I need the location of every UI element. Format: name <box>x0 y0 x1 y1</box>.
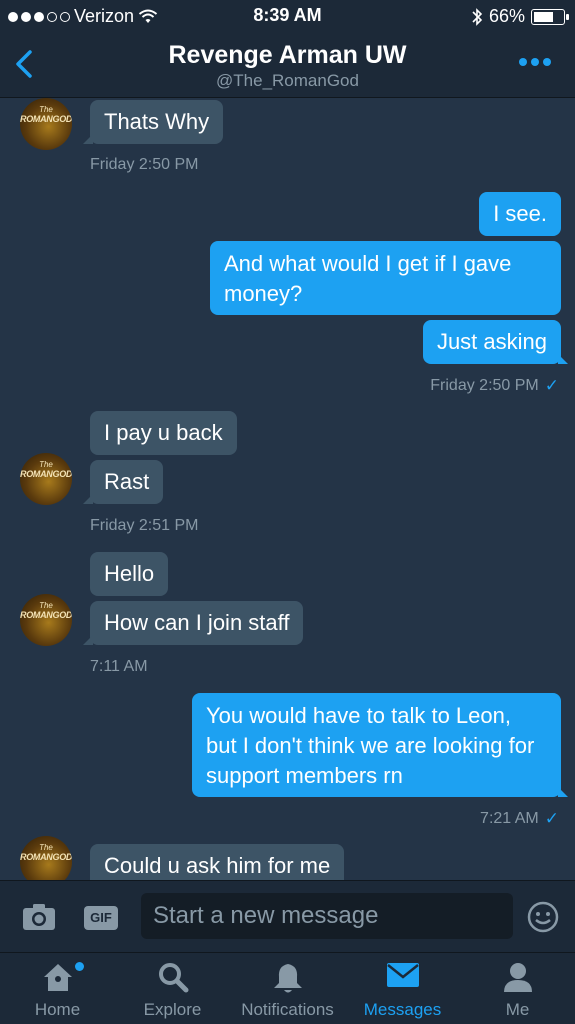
message-text: Could u ask him for me <box>104 853 331 878</box>
bell-icon <box>273 964 302 993</box>
battery-icon <box>531 8 569 25</box>
timestamp-row: Friday 2:50 PM ✓ <box>430 376 559 396</box>
timestamp: Friday 2:50 PM <box>430 377 539 394</box>
message-input[interactable] <box>141 893 513 939</box>
tab-messages[interactable]: Messages <box>345 953 460 1024</box>
message-text: And what would I get if I gave money? <box>224 251 512 306</box>
status-bar: Verizon 8:39 AM 66% <box>0 0 575 32</box>
conversation-handle: @The_RomanGod <box>216 71 359 90</box>
person-icon <box>503 963 532 992</box>
message-thread[interactable]: The ROMANGOD Thats Why Friday 2:50 PM I … <box>0 98 575 880</box>
message-bubble-outgoing[interactable]: Just asking <box>422 320 569 364</box>
avatar[interactable]: The ROMANGOD <box>20 594 72 646</box>
tab-explore[interactable]: Explore <box>115 953 230 1024</box>
message-text: Hello <box>104 561 155 586</box>
message-bubble-incoming[interactable]: Rast <box>82 460 164 504</box>
notification-dot <box>75 962 84 971</box>
tab-notifications[interactable]: Notifications <box>230 953 345 1024</box>
message-bubble-incoming[interactable]: Hello <box>90 552 169 596</box>
message-text: I see. <box>493 201 547 226</box>
message-bubble-incoming[interactable]: Thats Why <box>82 100 224 144</box>
tab-label: Home <box>34 1000 81 1019</box>
battery-percent: 66% <box>488 6 525 26</box>
search-icon <box>158 963 188 993</box>
timestamp: 7:21 AM <box>480 810 539 827</box>
home-icon <box>43 964 72 991</box>
message-text: I pay u back <box>104 420 223 445</box>
gif-button[interactable]: GIF <box>84 906 118 930</box>
read-check-icon: ✓ <box>544 376 559 395</box>
message-bubble-outgoing[interactable]: You would have to talk to Leon, but I do… <box>192 693 568 797</box>
message-text: Thats Why <box>104 109 210 134</box>
camera-icon[interactable] <box>22 903 56 931</box>
conversation-title[interactable]: Revenge Arman UW <box>0 41 575 70</box>
tab-me[interactable]: Me <box>460 953 575 1024</box>
bluetooth-icon <box>472 7 483 26</box>
avatar[interactable]: The ROMANGOD <box>20 98 72 150</box>
tab-label: Notifications <box>241 1000 334 1019</box>
envelope-icon <box>386 963 419 987</box>
message-bubble-incoming[interactable]: Could u ask him for me <box>82 844 345 880</box>
more-options-icon[interactable] <box>519 58 551 66</box>
timestamp-row: 7:21 AM ✓ <box>480 809 559 829</box>
message-text: Rast <box>104 469 150 494</box>
tab-label: Messages <box>363 1000 442 1019</box>
tab-label: Explore <box>143 1000 202 1019</box>
timestamp: Friday 2:51 PM <box>90 517 199 534</box>
compose-bar: GIF <box>0 880 575 952</box>
avatar[interactable]: The ROMANGOD <box>20 836 72 880</box>
message-bubble-outgoing[interactable]: I see. <box>479 192 561 236</box>
read-check-icon: ✓ <box>544 809 559 828</box>
message-bubble-outgoing[interactable]: And what would I get if I gave money? <box>210 241 561 315</box>
timestamp: 7:11 AM <box>90 658 148 675</box>
avatar[interactable]: The ROMANGOD <box>20 453 72 505</box>
message-text: How can I join staff <box>104 610 290 635</box>
tab-home[interactable]: Home <box>0 953 115 1024</box>
tab-label: Me <box>505 1000 530 1019</box>
timestamp: Friday 2:50 PM <box>90 156 199 173</box>
emoji-icon[interactable] <box>527 901 559 933</box>
message-bubble-incoming[interactable]: I pay u back <box>90 411 237 455</box>
tab-bar: Home Explore Notifications Messages Me <box>0 952 575 1024</box>
message-bubble-incoming[interactable]: How can I join staff <box>82 601 304 645</box>
conversation-header: Revenge Arman UW @The_RomanGod <box>0 32 575 98</box>
status-right: 66% <box>471 6 569 27</box>
message-text: Just asking <box>436 329 547 354</box>
message-text: You would have to talk to Leon, but I do… <box>206 703 535 788</box>
